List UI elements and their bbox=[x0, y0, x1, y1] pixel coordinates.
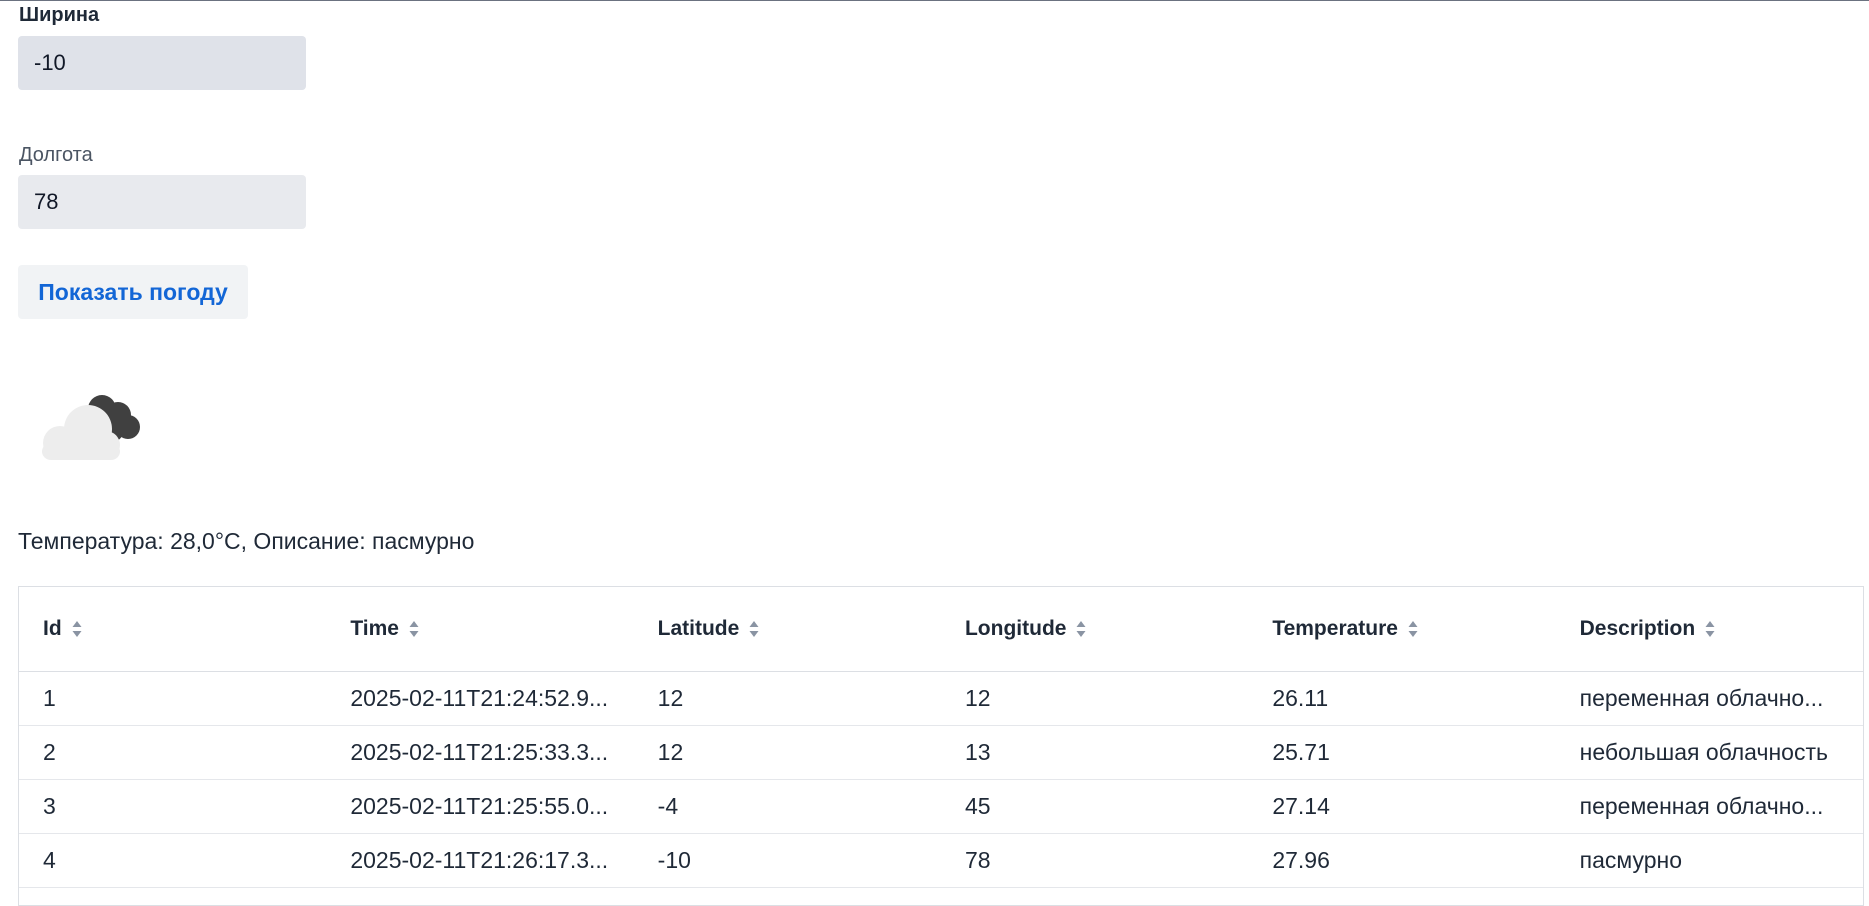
longitude-label: Долгота bbox=[19, 144, 93, 166]
longitude-input[interactable] bbox=[18, 175, 306, 229]
table-row[interactable]: 3 2025-02-11T21:25:55.0... -4 45 27.14 п… bbox=[19, 779, 1863, 834]
cell-id: 2 bbox=[19, 725, 327, 780]
sort-icon bbox=[1408, 621, 1418, 638]
sort-icon bbox=[1705, 621, 1715, 638]
cell-longitude: 12 bbox=[940, 671, 1249, 726]
top-divider bbox=[0, 0, 1869, 1]
table-row[interactable]: 4 2025-02-11T21:26:17.3... -10 78 27.96 … bbox=[19, 833, 1863, 888]
column-header-time[interactable]: Time bbox=[326, 587, 634, 672]
table-header-row: Id Time Latitude Longitude Temperature D… bbox=[19, 587, 1863, 672]
cell-description: переменная облачно... bbox=[1555, 779, 1863, 834]
column-label: Temperature bbox=[1272, 617, 1398, 640]
cell-longitude: 13 bbox=[940, 725, 1249, 780]
sort-icon bbox=[409, 621, 419, 638]
column-header-temperature[interactable]: Temperature bbox=[1248, 587, 1556, 672]
show-weather-button[interactable]: Показать погоду bbox=[18, 265, 248, 319]
cell-description: пасмурно bbox=[1555, 833, 1863, 888]
table-row[interactable]: 2 2025-02-11T21:25:33.3... 12 13 25.71 н… bbox=[19, 725, 1863, 780]
cell-temperature: 26.11 bbox=[1248, 671, 1556, 726]
cell-longitude: 78 bbox=[940, 833, 1249, 888]
weather-history-table: Id Time Latitude Longitude Temperature D… bbox=[18, 586, 1864, 906]
cell-longitude: 45 bbox=[940, 779, 1249, 834]
cell-latitude: 12 bbox=[633, 725, 941, 780]
cell-latitude: -4 bbox=[633, 779, 941, 834]
cell-description: переменная облачно... bbox=[1555, 671, 1863, 726]
cell-description: небольшая облачность bbox=[1555, 725, 1863, 780]
cell-time: 2025-02-11T21:25:55.0... bbox=[326, 779, 634, 834]
column-label: Description bbox=[1579, 617, 1696, 640]
cell-time: 2025-02-11T21:24:52.9... bbox=[326, 671, 634, 726]
cell-id: 3 bbox=[19, 779, 327, 834]
table-row[interactable]: 1 2025-02-11T21:24:52.9... 12 12 26.11 п… bbox=[19, 671, 1863, 726]
latitude-input[interactable] bbox=[18, 36, 306, 90]
column-header-longitude[interactable]: Longitude bbox=[940, 587, 1249, 672]
weather-summary: Температура: 28,0°C, Описание: пасмурно bbox=[18, 528, 475, 554]
column-label: Time bbox=[350, 617, 399, 640]
cell-temperature: 25.71 bbox=[1248, 725, 1556, 780]
sort-icon bbox=[72, 621, 82, 638]
cell-latitude: 12 bbox=[633, 671, 941, 726]
column-label: Id bbox=[43, 617, 62, 640]
column-label: Longitude bbox=[964, 617, 1067, 640]
column-header-latitude[interactable]: Latitude bbox=[633, 587, 941, 672]
column-header-id[interactable]: Id bbox=[19, 587, 327, 672]
column-label: Latitude bbox=[657, 617, 740, 640]
column-header-description[interactable]: Description bbox=[1555, 587, 1863, 672]
sort-icon bbox=[1076, 621, 1086, 638]
cell-time: 2025-02-11T21:25:33.3... bbox=[326, 725, 634, 780]
cell-temperature: 27.14 bbox=[1248, 779, 1556, 834]
latitude-label: Ширина bbox=[19, 4, 100, 26]
cell-time: 2025-02-11T21:26:17.3... bbox=[326, 833, 634, 888]
cell-id: 1 bbox=[19, 671, 327, 726]
sort-icon bbox=[749, 621, 759, 638]
cell-id: 4 bbox=[19, 833, 327, 888]
cell-temperature: 27.96 bbox=[1248, 833, 1556, 888]
cell-latitude: -10 bbox=[633, 833, 941, 888]
overcast-clouds-icon bbox=[42, 395, 140, 460]
